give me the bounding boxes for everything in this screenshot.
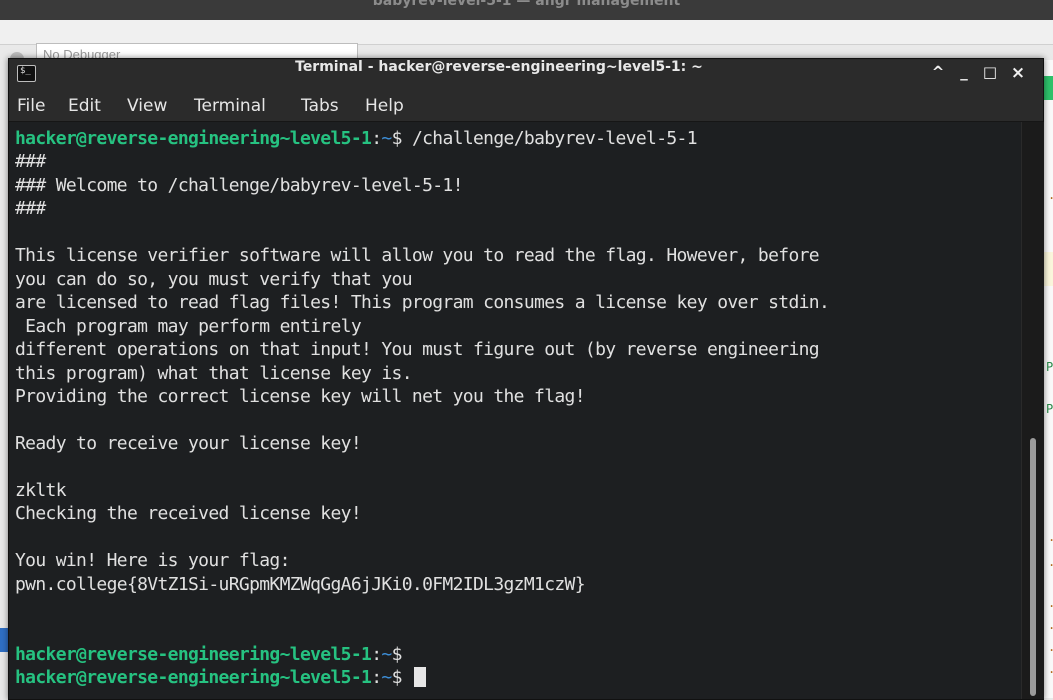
prompt-path: ~ xyxy=(381,128,392,149)
background-dot-mark: . xyxy=(1048,596,1053,610)
prompt-user: hacker@reverse-engineering~level5-1 xyxy=(15,643,372,665)
terminal-window: $_ Terminal - hacker@reverse-engineering… xyxy=(8,58,1044,700)
background-window-toolbar xyxy=(0,20,1053,45)
prompt-line: hacker@reverse-engineering~level5-1:~$ xyxy=(15,643,402,665)
prompt-line: hacker@reverse-engineering~level5-1:~$ xyxy=(15,667,426,688)
output-line: this program) what that license key is. xyxy=(15,362,413,384)
flag-line: pwn.college{8VtZ1Si-uRGpmKMZWqGgA6jJKi0.… xyxy=(15,573,586,595)
prompt-path: ~ xyxy=(381,667,392,689)
background-side-mark: P xyxy=(1046,360,1053,374)
output-line: ### xyxy=(15,151,46,173)
minimize-button[interactable]: _ xyxy=(953,63,975,85)
prompt-user: hacker@reverse-engineering~level5-1 xyxy=(15,667,372,689)
menu-terminal[interactable]: Terminal xyxy=(194,96,266,116)
command-text: /challenge/babyrev-level-5-1 xyxy=(401,128,698,149)
background-dot-mark: . xyxy=(1048,188,1053,202)
output-line: This license verifier software will allo… xyxy=(15,245,820,267)
background-window-titlebar: babyrev-level-5-1 — angr management xyxy=(0,0,1053,20)
output-line: Checking the received license key! xyxy=(15,503,362,525)
background-dot-mark: . xyxy=(1048,555,1053,569)
background-dot-mark: . xyxy=(1048,640,1053,654)
prompt-line: hacker@reverse-engineering~level5-1:~$ /… xyxy=(15,128,698,149)
output-line: ### Welcome to /challenge/babyrev-level-… xyxy=(15,174,463,196)
output-line: are licensed to read flag files! This pr… xyxy=(15,292,830,314)
terminal-output-area[interactable]: hacker@reverse-engineering~level5-1:~$ /… xyxy=(9,122,1021,699)
shade-window-button[interactable]: ^ xyxy=(927,63,949,85)
background-window-title: babyrev-level-5-1 — angr management xyxy=(372,0,681,9)
output-line: you can do so, you must verify that you xyxy=(15,268,413,290)
maximize-button[interactable]: □ xyxy=(979,63,1001,85)
output-line: different operations on that input! You … xyxy=(15,339,820,361)
prompt-user: hacker@reverse-engineering~level5-1 xyxy=(15,128,372,149)
menu-view[interactable]: View xyxy=(127,96,167,116)
terminal-title: Terminal - hacker@reverse-engineering~le… xyxy=(295,59,703,75)
user-input-line: zkltk xyxy=(15,479,67,501)
text-cursor xyxy=(413,667,426,688)
output-line: Providing the correct license key will n… xyxy=(15,385,586,407)
background-dot-mark: . xyxy=(1048,618,1053,632)
output-line: You win! Here is your flag: xyxy=(15,550,290,572)
menu-help[interactable]: Help xyxy=(365,96,404,116)
terminal-scrollbar[interactable] xyxy=(1021,122,1044,699)
terminal-titlebar[interactable]: $_ Terminal - hacker@reverse-engineering… xyxy=(9,59,1043,91)
background-side-mark: P xyxy=(1046,402,1053,416)
terminal-menubar: File Edit View Terminal Tabs Help xyxy=(9,91,1043,122)
terminal-text: hacker@reverse-engineering~level5-1:~$ /… xyxy=(15,127,1019,690)
menu-edit[interactable]: Edit xyxy=(68,96,101,116)
output-line: ### xyxy=(15,198,46,220)
output-line: Each program may perform entirely xyxy=(15,315,362,337)
output-line: Ready to receive your license key! xyxy=(15,432,362,454)
background-left-highlight xyxy=(0,628,8,652)
menu-file[interactable]: File xyxy=(17,96,45,116)
background-dot-mark: . xyxy=(1048,662,1053,676)
menu-tabs[interactable]: Tabs xyxy=(301,96,339,116)
scrollbar-thumb[interactable] xyxy=(1030,438,1036,696)
background-dot-mark: . xyxy=(1048,530,1053,544)
prompt-path: ~ xyxy=(381,643,392,665)
close-button[interactable]: × xyxy=(1007,63,1029,85)
